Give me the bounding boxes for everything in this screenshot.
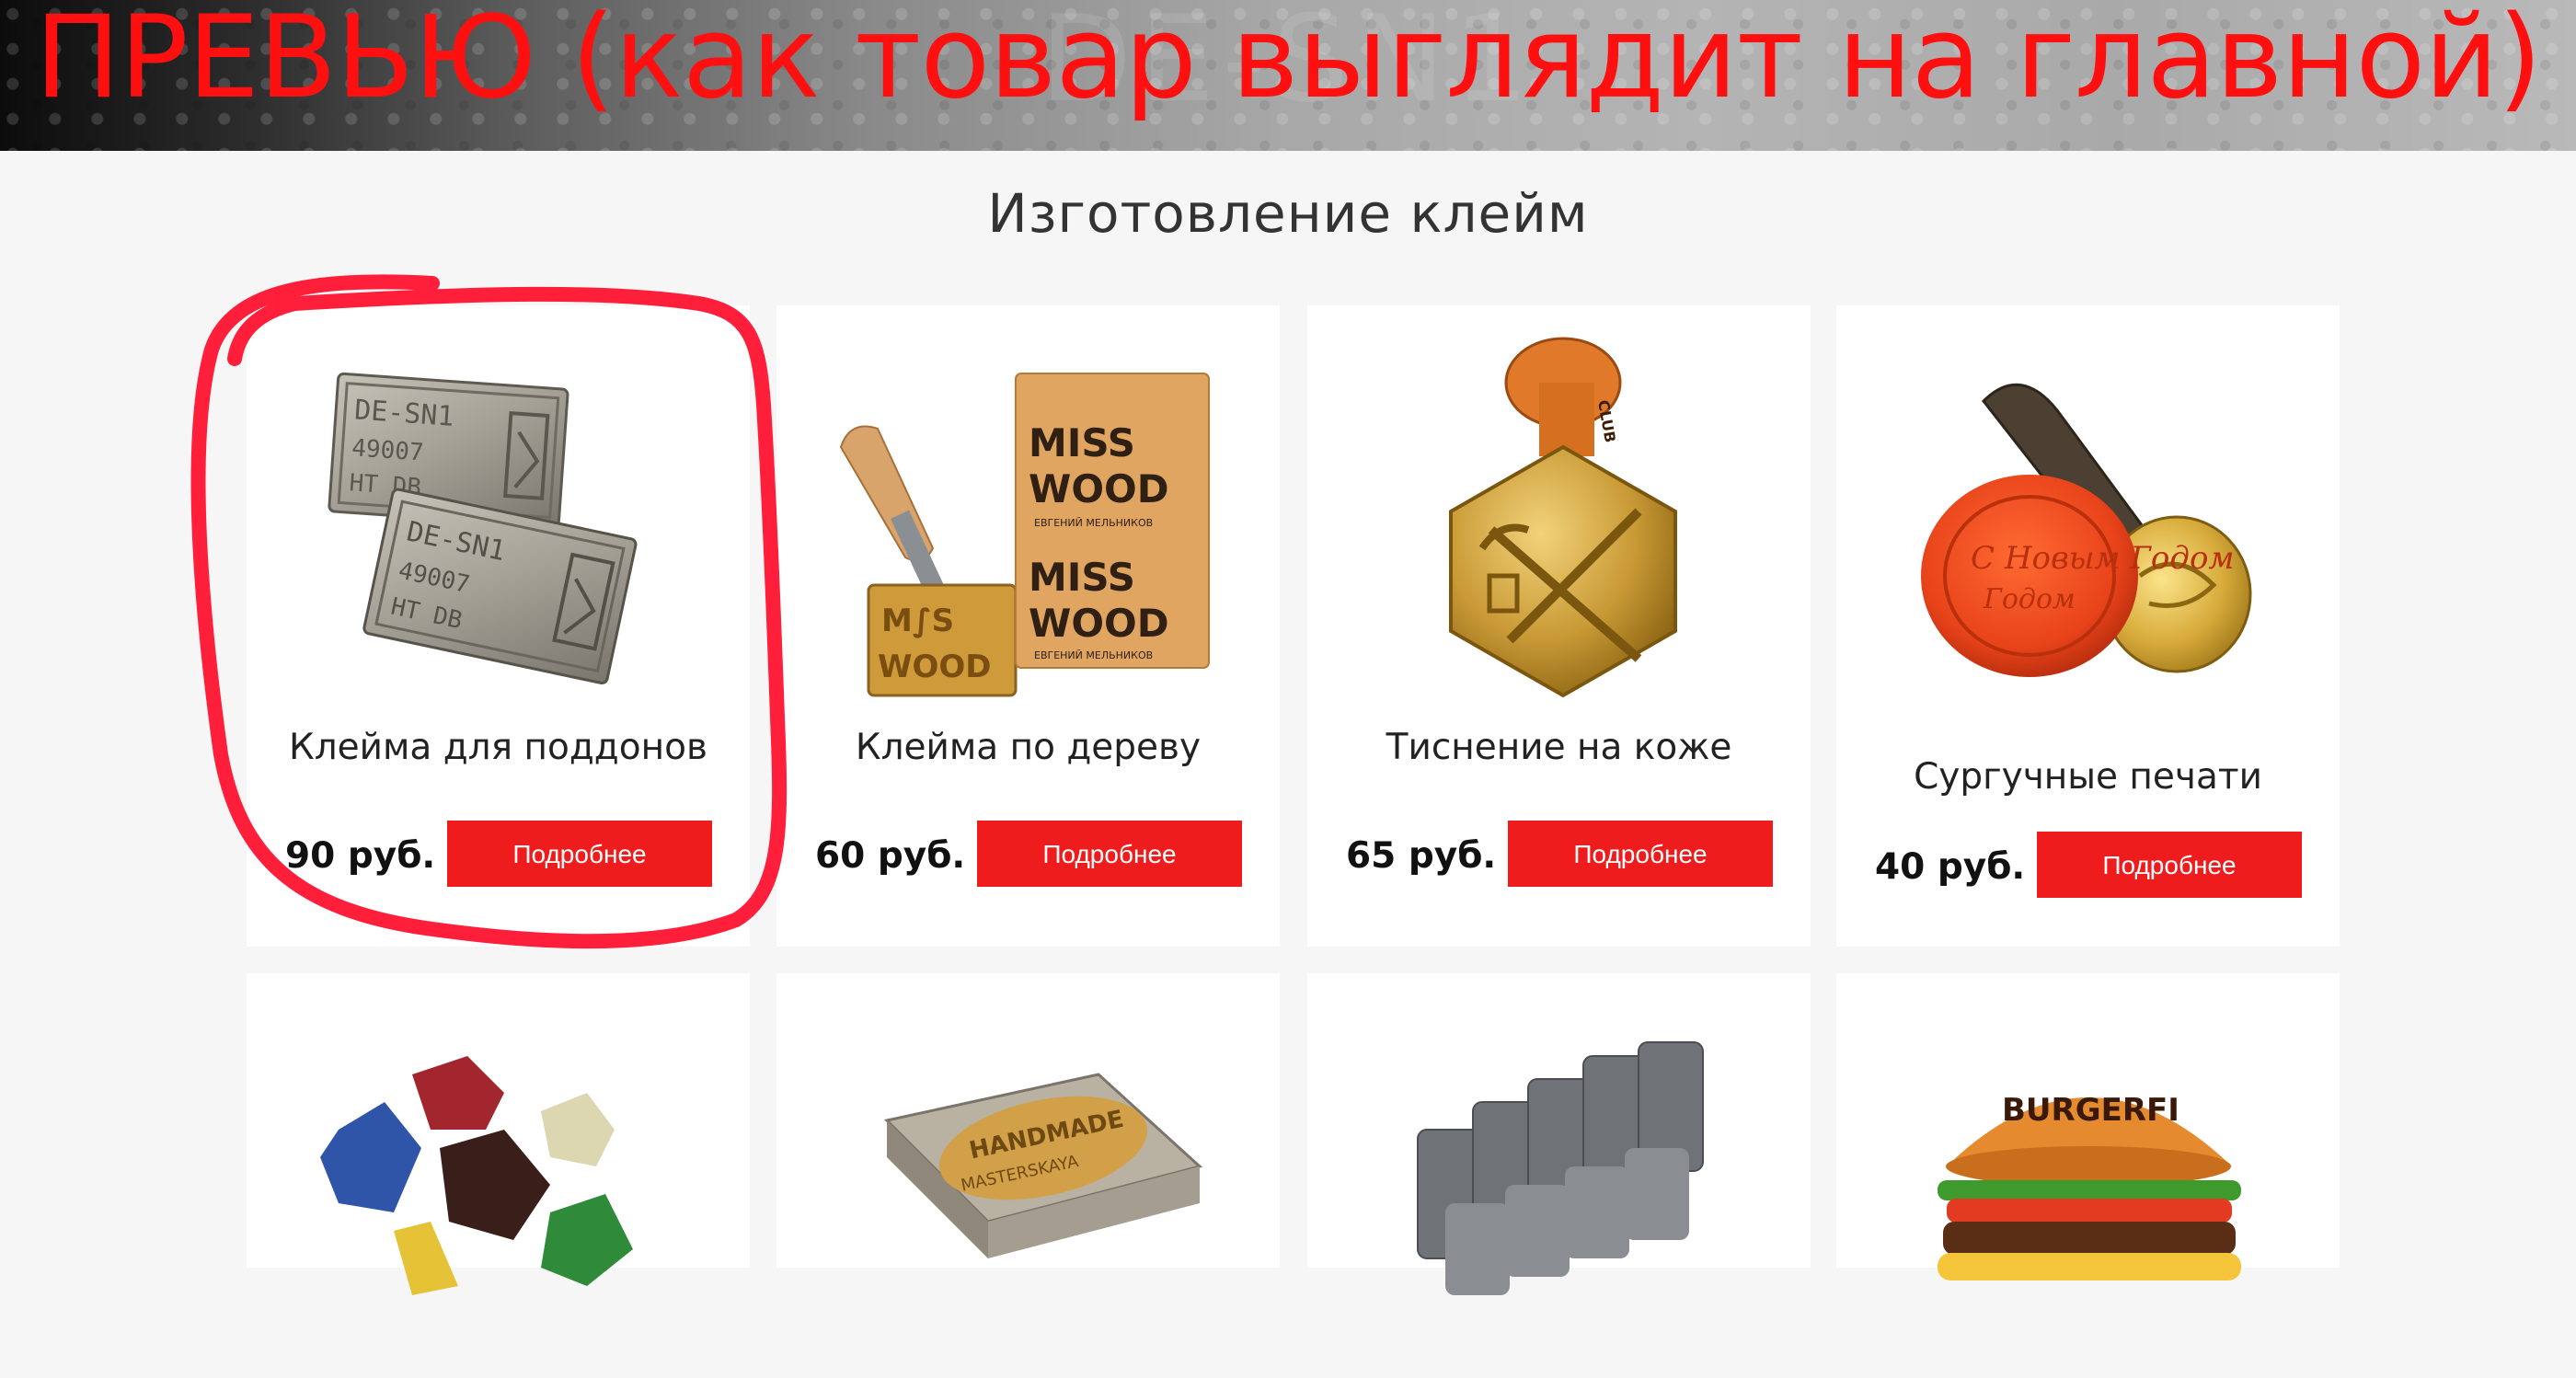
- svg-text:С Новым Годом: С Новым Годом: [1971, 540, 2235, 577]
- svg-text:CLUB: CLUB: [1594, 398, 1619, 443]
- preview-annotation-title: ПРЕВЬЮ (как товар выглядит на главной): [34, 0, 2542, 124]
- product-card-wood-stamps[interactable]: M∫S WOOD MISS WOOD ЕВГЕНИЙ МЕЛЬНИКОВ MIS…: [776, 305, 1280, 947]
- svg-text:49007: 49007: [351, 434, 424, 466]
- details-button[interactable]: Подробнее: [1508, 821, 1773, 887]
- svg-text:ЕВГЕНИЙ МЕЛЬНИКОВ: ЕВГЕНИЙ МЕЛЬНИКОВ: [1034, 517, 1153, 529]
- details-button[interactable]: Подробнее: [447, 821, 712, 887]
- handmade-brass-plate-image[interactable]: HANDMADE MASTERSKAYA: [813, 992, 1244, 1378]
- product-name[interactable]: Клейма для поддонов: [247, 727, 750, 768]
- wax-seal-image[interactable]: С Новым Годом Годом: [1873, 327, 2304, 714]
- product-card-sealing-wax[interactable]: [247, 973, 750, 1295]
- product-card-branded-burger[interactable]: BURGERFI: [1836, 973, 2340, 1280]
- product-price: 40 руб.: [1875, 846, 2026, 888]
- details-button[interactable]: Подробнее: [2037, 832, 2302, 898]
- product-card-wax-seals[interactable]: С Новым Годом Годом Сургучные печати 40 …: [1836, 305, 2340, 947]
- details-button[interactable]: Подробнее: [977, 821, 1242, 887]
- svg-text:WOOD: WOOD: [878, 649, 992, 685]
- svg-text:ЕВГЕНИЙ МЕЛЬНИКОВ: ЕВГЕНИЙ МЕЛЬНИКОВ: [1034, 649, 1153, 661]
- product-price: 60 руб.: [815, 835, 966, 877]
- svg-text:WOOD: WOOD: [1029, 466, 1169, 511]
- sealing-wax-pieces-image[interactable]: [283, 992, 714, 1378]
- svg-text:Годом: Годом: [1983, 583, 2076, 615]
- svg-text:BURGERFI: BURGERFI: [2002, 1092, 2179, 1129]
- product-card-brass-plate[interactable]: HANDMADE MASTERSKAYA: [776, 973, 1280, 1268]
- section-title: Изготовление клейм: [987, 182, 1589, 245]
- product-name[interactable]: Сургучные печати: [1836, 756, 2340, 798]
- svg-text:WOOD: WOOD: [1029, 601, 1169, 646]
- wood-branding-iron-image[interactable]: M∫S WOOD MISS WOOD ЕВГЕНИЙ МЕЛЬНИКОВ MIS…: [813, 327, 1244, 714]
- svg-text:MISS: MISS: [1029, 555, 1135, 600]
- branded-burger-image[interactable]: BURGERFI: [1873, 992, 2304, 1378]
- product-name[interactable]: Тиснение на коже: [1307, 727, 1811, 768]
- top-banner: DE-SN1 ПРЕВЬЮ (как товар выглядит на гла…: [0, 0, 2576, 151]
- product-price: 90 руб.: [285, 835, 436, 877]
- product-name[interactable]: Клейма по дереву: [776, 727, 1280, 768]
- svg-text:M∫S: M∫S: [881, 603, 954, 639]
- product-card-letter-punches[interactable]: [1307, 973, 1811, 1295]
- steel-letter-punches-image[interactable]: [1344, 992, 1775, 1378]
- svg-text:MISS: MISS: [1029, 420, 1135, 465]
- product-card-pallet-stamps[interactable]: DE-SN1 49007 HT DB DE-SN1 49007 HT DB Кл…: [247, 305, 750, 947]
- brass-leather-stamp-image[interactable]: CLUB: [1344, 327, 1775, 714]
- product-price: 65 руб.: [1346, 835, 1497, 877]
- metal-pallet-stamps-image[interactable]: DE-SN1 49007 HT DB DE-SN1 49007 HT DB: [283, 327, 714, 714]
- product-card-leather-embossing[interactable]: CLUB Тиснение на коже 65 руб. Подробнее: [1307, 305, 1811, 947]
